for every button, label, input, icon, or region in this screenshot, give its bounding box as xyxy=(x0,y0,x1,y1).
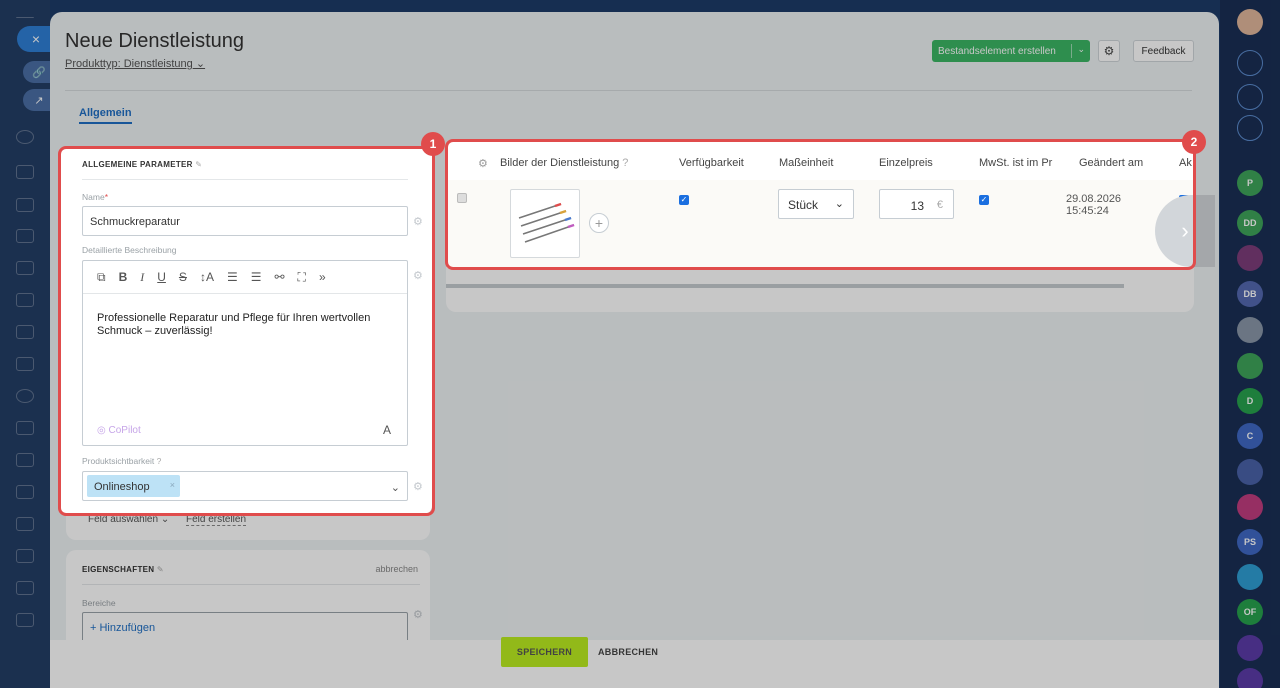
highlight-frame-1 xyxy=(58,146,435,516)
highlight-frame-2 xyxy=(445,139,1196,270)
step-badge: 2 xyxy=(1182,130,1206,154)
step-badge: 1 xyxy=(421,132,445,156)
